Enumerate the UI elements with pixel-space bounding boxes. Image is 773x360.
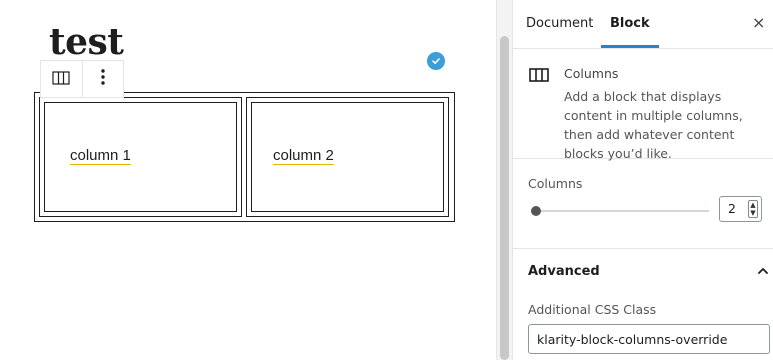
- columns-count-input[interactable]: 2 ▲ ▼: [719, 196, 762, 222]
- columns-block[interactable]: column 1 column 2: [34, 92, 455, 222]
- editor-scrollbar-thumb[interactable]: [500, 36, 509, 360]
- chevron-up-icon[interactable]: [756, 263, 770, 282]
- more-options-icon: [101, 69, 105, 89]
- column-block[interactable]: column 1: [39, 97, 242, 217]
- spin-up-icon[interactable]: ▲: [749, 201, 757, 209]
- css-class-input[interactable]: [528, 324, 770, 354]
- columns-count-label: Columns: [528, 176, 583, 191]
- column-inner: column 1: [44, 102, 237, 212]
- more-options-button[interactable]: [81, 61, 124, 97]
- spin-down-icon[interactable]: ▼: [749, 209, 757, 217]
- columns-range-thumb[interactable]: [531, 206, 541, 216]
- block-card-title: Columns: [564, 66, 619, 81]
- advanced-settings-panel: Advanced Additional CSS Class: [513, 250, 773, 360]
- saved-check-icon: [427, 52, 445, 70]
- block-card-description: Add a block that displays content in mul…: [564, 89, 743, 161]
- editor-scrollbar[interactable]: [496, 0, 513, 360]
- block-card: Columns Add a block that displays conten…: [513, 0, 773, 161]
- columns-count-value: 2: [728, 201, 736, 216]
- advanced-panel-toggle[interactable]: Advanced: [528, 264, 600, 279]
- css-class-label: Additional CSS Class: [528, 302, 657, 317]
- column-inner: column 2: [251, 102, 444, 212]
- settings-sidebar: Document Block × Columns Add a block tha…: [512, 0, 773, 360]
- columns-range-track[interactable]: [531, 210, 709, 212]
- columns-icon: [52, 70, 70, 89]
- block-type-button[interactable]: [41, 61, 82, 97]
- columns-icon: [529, 67, 549, 86]
- columns-settings-panel: Columns 2 ▲ ▼: [513, 158, 773, 249]
- column-paragraph[interactable]: column 2: [273, 147, 334, 164]
- columns-count-spinner[interactable]: ▲ ▼: [748, 200, 758, 218]
- column-paragraph[interactable]: column 1: [70, 147, 131, 164]
- column-block[interactable]: column 2: [246, 97, 449, 217]
- block-toolbar: [40, 60, 124, 98]
- editor-canvas: test column 1 column 2: [0, 0, 496, 360]
